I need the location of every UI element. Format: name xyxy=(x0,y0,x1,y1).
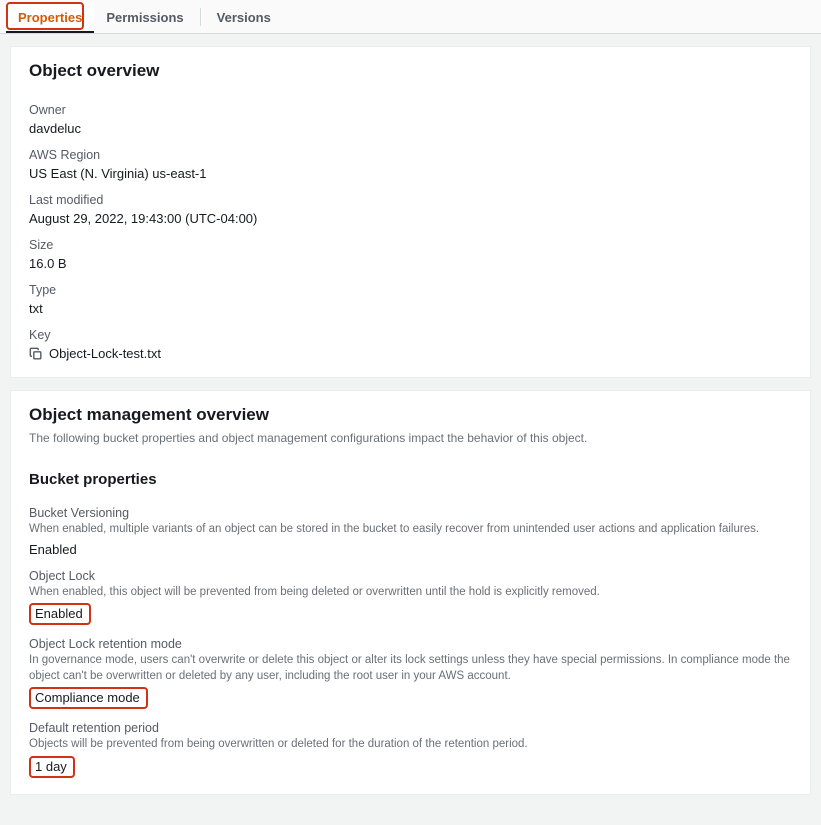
region-value: US East (N. Virginia) us-east-1 xyxy=(29,166,792,181)
field-retention-period: Default retention period Objects will be… xyxy=(29,721,792,778)
bucket-properties-title: Bucket properties xyxy=(11,453,810,490)
retention-period-desc: Objects will be prevented from being ove… xyxy=(29,737,792,753)
size-value: 16.0 B xyxy=(29,256,792,271)
retention-period-value: 1 day xyxy=(29,756,75,778)
retention-period-label: Default retention period xyxy=(29,721,792,735)
bucket-versioning-desc: When enabled, multiple variants of an ob… xyxy=(29,522,792,538)
object-lock-label: Object Lock xyxy=(29,569,792,583)
tab-properties[interactable]: Properties xyxy=(6,2,94,32)
object-management-desc: The following bucket properties and obje… xyxy=(11,431,810,453)
last-modified-label: Last modified xyxy=(29,193,792,207)
owner-value: davdeluc xyxy=(29,121,792,136)
object-management-title: Object management overview xyxy=(29,405,792,425)
bucket-versioning-label: Bucket Versioning xyxy=(29,506,792,520)
retention-mode-desc: In governance mode, users can't overwrit… xyxy=(29,653,792,684)
field-size: Size 16.0 B xyxy=(29,238,792,271)
bucket-versioning-value: Enabled xyxy=(29,542,792,557)
panel-object-management: Object management overview The following… xyxy=(10,390,811,795)
retention-mode-label: Object Lock retention mode xyxy=(29,637,792,651)
field-key: Key Object-Lock-test.txt xyxy=(29,328,792,361)
region-label: AWS Region xyxy=(29,148,792,162)
field-bucket-versioning: Bucket Versioning When enabled, multiple… xyxy=(29,506,792,557)
field-owner: Owner davdeluc xyxy=(29,103,792,136)
copy-icon[interactable] xyxy=(29,347,43,361)
object-lock-desc: When enabled, this object will be preven… xyxy=(29,585,792,601)
tab-permissions[interactable]: Permissions xyxy=(94,2,195,32)
field-type: Type txt xyxy=(29,283,792,316)
object-lock-value: Enabled xyxy=(29,603,91,625)
key-value: Object-Lock-test.txt xyxy=(49,346,161,361)
panel-object-overview: Object overview Owner davdeluc AWS Regio… xyxy=(10,46,811,378)
field-region: AWS Region US East (N. Virginia) us-east… xyxy=(29,148,792,181)
size-label: Size xyxy=(29,238,792,252)
type-value: txt xyxy=(29,301,792,316)
type-label: Type xyxy=(29,283,792,297)
tab-divider xyxy=(200,8,201,26)
key-label: Key xyxy=(29,328,792,342)
tab-versions[interactable]: Versions xyxy=(205,2,283,32)
tabs-bar: Properties Permissions Versions xyxy=(0,0,821,34)
last-modified-value: August 29, 2022, 19:43:00 (UTC-04:00) xyxy=(29,211,792,226)
field-object-lock: Object Lock When enabled, this object wi… xyxy=(29,569,792,626)
retention-mode-value: Compliance mode xyxy=(29,687,148,709)
owner-label: Owner xyxy=(29,103,792,117)
field-last-modified: Last modified August 29, 2022, 19:43:00 … xyxy=(29,193,792,226)
field-retention-mode: Object Lock retention mode In governance… xyxy=(29,637,792,709)
object-overview-title: Object overview xyxy=(29,61,792,81)
